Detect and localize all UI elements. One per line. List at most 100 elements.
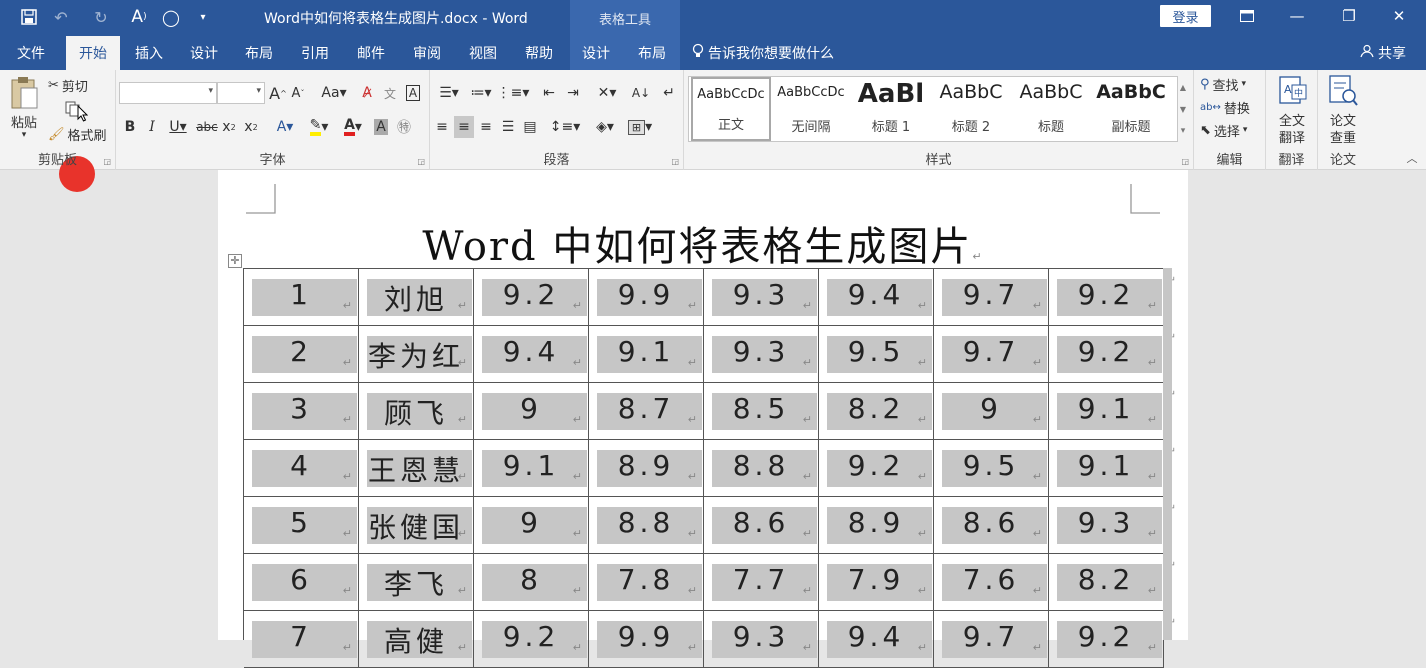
superscript-icon[interactable]: x2	[242, 116, 260, 138]
find-button[interactable]: ⚲ 查找 ▾	[1200, 74, 1246, 94]
table-cell[interactable]: 9.5 ↵	[819, 326, 934, 383]
table-cell[interactable]: 8.2 ↵	[1049, 554, 1164, 611]
multilevel-list-icon[interactable]: ⋮≡▾	[497, 82, 530, 104]
align-center-icon[interactable]: ≡	[454, 116, 474, 138]
increase-indent-icon[interactable]: ⇥	[562, 82, 584, 104]
subscript-icon[interactable]: x2	[220, 116, 238, 138]
close-icon[interactable]: ✕	[1374, 0, 1424, 32]
undo-icon[interactable]: ↶	[50, 6, 72, 28]
sort-icon[interactable]: A↓	[630, 82, 652, 104]
translate-line2[interactable]: 翻译	[1266, 127, 1318, 146]
tab-design[interactable]: 设计	[181, 36, 227, 70]
styles-scroll-down-icon[interactable]: ▼	[1176, 98, 1190, 120]
table-cell[interactable]: 8.7 ↵	[589, 383, 704, 440]
paper-line1[interactable]: 论文	[1318, 110, 1368, 129]
table-cell[interactable]: 9.5 ↵	[934, 440, 1049, 497]
table-cell[interactable]: 9.2 ↵	[1049, 326, 1164, 383]
tab-references[interactable]: 引用	[292, 36, 338, 70]
italic-icon[interactable]: I	[143, 116, 161, 138]
table-cell[interactable]: 7.7 ↵	[704, 554, 819, 611]
tab-home[interactable]: 开始	[66, 36, 120, 70]
table-row[interactable]: 3↵顾飞↵9↵8.7↵8.5↵8.2↵9↵9.1↵↵	[244, 383, 1176, 440]
table-cell[interactable]: 顾飞 ↵	[359, 383, 474, 440]
character-border-icon[interactable]: A	[403, 82, 423, 104]
highlight-color-icon[interactable]: ✎ ▾	[304, 116, 334, 138]
replace-button[interactable]: ab↔ 替换	[1200, 97, 1250, 117]
font-size-combo[interactable]: ▾	[217, 82, 265, 104]
table-cell[interactable]: 1 ↵	[244, 269, 359, 326]
table-row[interactable]: 1↵ 刘旭 ↵ 9.2 ↵ 9.9 ↵ 9.3 ↵ 9.4 ↵ 9.7 ↵ 9.2 ↵ ↵	[244, 269, 1176, 326]
line-spacing-icon[interactable]: ↕≡▾	[550, 116, 581, 138]
tab-mailings[interactable]: 邮件	[348, 36, 394, 70]
table-cell[interactable]: 9.7 ↵	[934, 326, 1049, 383]
table-cell[interactable]: 9 ↵	[474, 497, 589, 554]
table-row[interactable]: 5↵张健国↵9↵8.8↵8.6↵8.9↵8.6↵9.3↵↵	[244, 497, 1176, 554]
tell-me-search[interactable]: 告诉我你想要做什么	[692, 36, 834, 70]
style-title[interactable]: AaBbC 标题	[1011, 77, 1091, 141]
numbering-icon[interactable]: ≔▾	[466, 82, 496, 104]
font-color-icon[interactable]: A ▾	[338, 116, 368, 138]
paste-dropdown-icon[interactable]: ▾	[4, 128, 44, 142]
table-cell[interactable]: 3 ↵	[244, 383, 359, 440]
table-cell[interactable]: 4 ↵	[244, 440, 359, 497]
bold-icon[interactable]: B	[121, 116, 139, 138]
table-cell[interactable]: 9.9 ↵	[589, 269, 704, 326]
font-launcher-icon[interactable]: ◲	[417, 157, 425, 166]
table-cell[interactable]: 9 ↵	[474, 383, 589, 440]
clear-formatting-icon[interactable]: A̷	[357, 82, 377, 104]
table-cell[interactable]: 9.1 ↵	[1049, 383, 1164, 440]
read-aloud-icon[interactable]: A)	[128, 6, 150, 28]
paste-icon[interactable]	[4, 74, 44, 114]
table-cell[interactable]: 6 ↵	[244, 554, 359, 611]
translate-line1[interactable]: 全文	[1266, 110, 1318, 129]
table-cell[interactable]: 9.1 ↵	[589, 326, 704, 383]
table-cell[interactable]: 8 ↵	[474, 554, 589, 611]
share-button[interactable]: 共享	[1360, 36, 1406, 70]
styles-more-icon[interactable]: ▾	[1176, 120, 1190, 142]
clipboard-launcher-icon[interactable]: ◲	[103, 157, 111, 166]
tab-view[interactable]: 视图	[460, 36, 506, 70]
table-cell[interactable]: 刘旭 ↵	[359, 269, 474, 326]
distributed-icon[interactable]: ▤	[520, 116, 540, 138]
change-case-icon[interactable]: Aa▾	[319, 82, 349, 104]
style-heading-1[interactable]: AaBl 标题 1	[851, 77, 931, 141]
table-cell[interactable]: 8.8 ↵	[704, 440, 819, 497]
tab-table-layout[interactable]: 布局	[629, 36, 675, 70]
styles-launcher-icon[interactable]: ◲	[1181, 157, 1189, 166]
table-cell[interactable]: 8.9 ↵	[819, 497, 934, 554]
table-cell[interactable]: 9.1 ↵	[1049, 440, 1164, 497]
enclose-characters-icon[interactable]: ㊕	[394, 116, 414, 138]
underline-icon[interactable]: U▾	[165, 116, 191, 138]
style-subtitle[interactable]: AaBbC 副标题	[1091, 77, 1171, 141]
login-button[interactable]: 登录	[1160, 5, 1211, 27]
select-button[interactable]: ⬉ 选择 ▾	[1200, 120, 1247, 140]
table-cell[interactable]: 9.3 ↵	[704, 326, 819, 383]
table-cell[interactable]: 7.9 ↵	[819, 554, 934, 611]
table-cell[interactable]: 9.4 ↵	[819, 269, 934, 326]
justify-icon[interactable]: ☰	[498, 116, 518, 138]
grow-font-icon[interactable]: A ^	[269, 82, 287, 104]
table-cell[interactable]: 8.6 ↵	[704, 497, 819, 554]
table-cell[interactable]: 王恩慧 ↵	[359, 440, 474, 497]
tab-layout[interactable]: 布局	[236, 36, 282, 70]
style-no-spacing[interactable]: AaBbCcDc 无间隔	[771, 77, 851, 141]
table-cell[interactable]: 9.7 ↵	[934, 269, 1049, 326]
redo-icon[interactable]: ↻	[90, 6, 112, 28]
strikethrough-icon[interactable]: abc	[196, 116, 218, 138]
paper-line2[interactable]: 查重	[1318, 127, 1368, 146]
table-cell[interactable]: 7.6 ↵	[934, 554, 1049, 611]
table-cell[interactable]: 9.3 ↵	[704, 269, 819, 326]
save-icon[interactable]	[18, 6, 40, 28]
table-cell[interactable]: 9.3 ↵	[1049, 497, 1164, 554]
bullets-icon[interactable]: ☰▾	[434, 82, 464, 104]
align-right-icon[interactable]: ≡	[476, 116, 496, 138]
table-row[interactable]: 2↵李为红↵9.4↵9.1↵9.3↵9.5↵9.7↵9.2↵↵	[244, 326, 1176, 383]
table-cell[interactable]: 8.2 ↵	[819, 383, 934, 440]
table-cell[interactable]: 8.9 ↵	[589, 440, 704, 497]
table-cell[interactable]: 8.5 ↵	[704, 383, 819, 440]
text-effects-icon[interactable]: A▾	[270, 116, 300, 138]
shape-circle-icon[interactable]: ◯	[160, 6, 182, 28]
table-cell[interactable]: 李为红 ↵	[359, 326, 474, 383]
table-move-handle[interactable]: ✛	[228, 254, 242, 268]
table-cell[interactable]: 2 ↵	[244, 326, 359, 383]
